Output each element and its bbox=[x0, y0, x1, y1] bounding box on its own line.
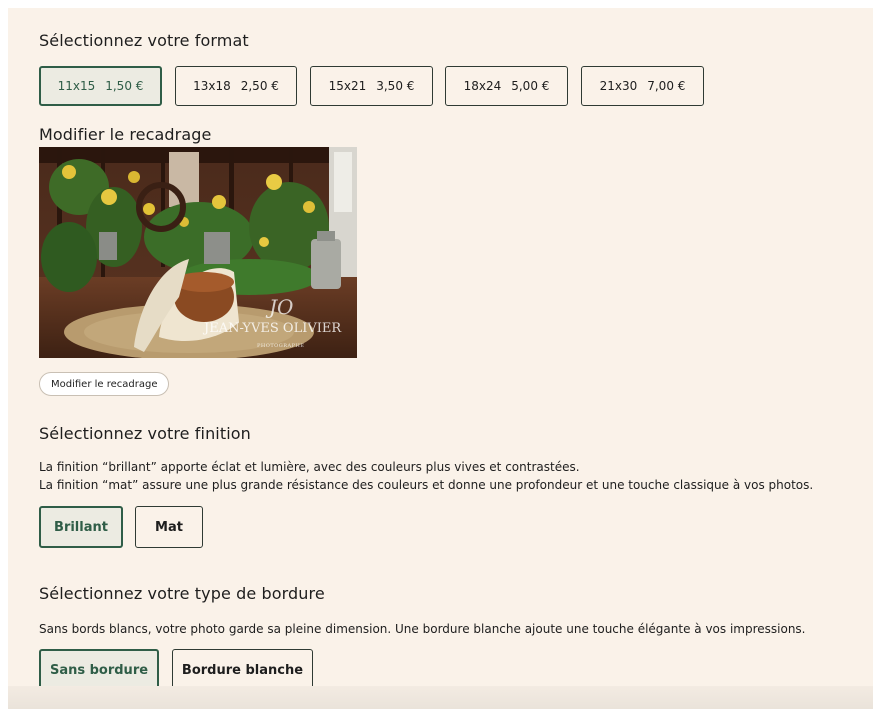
finish-description-line1: La finition “brillant” apporte éclat et … bbox=[39, 460, 580, 474]
format-options: 11x15 1,50 € 13x18 2,50 € 15x21 3,50 € 1… bbox=[0, 66, 873, 108]
bottom-shadow bbox=[8, 686, 873, 709]
format-option-13x18[interactable]: 13x18 2,50 € bbox=[175, 66, 297, 106]
format-size: 15x21 bbox=[328, 79, 367, 93]
finish-description-line2: La finition “mat” assure une plus grande… bbox=[39, 478, 814, 492]
product-options-panel bbox=[8, 8, 873, 709]
finish-options: Brillant Mat bbox=[0, 506, 873, 550]
finish-option-brillant[interactable]: Brillant bbox=[39, 506, 123, 548]
format-size: 13x18 bbox=[193, 79, 231, 93]
crop-heading: Modifier le recadrage bbox=[39, 125, 212, 144]
format-option-21x30[interactable]: 21x30 7,00 € bbox=[581, 66, 704, 106]
watermark-name: JEAN-YVES OLIVIER bbox=[204, 321, 342, 336]
watermark-sub: PHOTOGRAPHE bbox=[257, 343, 305, 349]
format-option-15x21[interactable]: 15x21 3,50 € bbox=[310, 66, 433, 106]
format-heading: Sélectionnez votre format bbox=[39, 31, 249, 50]
format-price: 5,00 € bbox=[511, 79, 550, 93]
photo-preview: JO JEAN-YVES OLIVIER PHOTOGRAPHE bbox=[39, 147, 357, 358]
border-heading: Sélectionnez votre type de bordure bbox=[39, 584, 325, 603]
format-size: 21x30 bbox=[599, 79, 638, 93]
format-price: 1,50 € bbox=[105, 79, 144, 93]
recrop-button[interactable]: Modifier le recadrage bbox=[39, 372, 170, 396]
format-price: 2,50 € bbox=[240, 79, 279, 93]
border-option-bordure-blanche[interactable]: Bordure blanche bbox=[172, 649, 313, 691]
format-price: 3,50 € bbox=[376, 79, 415, 93]
border-option-sans-bordure[interactable]: Sans bordure bbox=[39, 649, 159, 691]
format-option-11x15[interactable]: 11x15 1,50 € bbox=[39, 66, 162, 106]
format-price: 7,00 € bbox=[647, 79, 686, 93]
finish-heading: Sélectionnez votre finition bbox=[39, 424, 251, 443]
format-size: 18x24 bbox=[463, 79, 502, 93]
border-description: Sans bords blancs, votre photo garde sa … bbox=[39, 622, 806, 636]
format-option-18x24[interactable]: 18x24 5,00 € bbox=[445, 66, 568, 106]
finish-option-mat[interactable]: Mat bbox=[135, 506, 203, 548]
format-size: 11x15 bbox=[57, 79, 96, 93]
